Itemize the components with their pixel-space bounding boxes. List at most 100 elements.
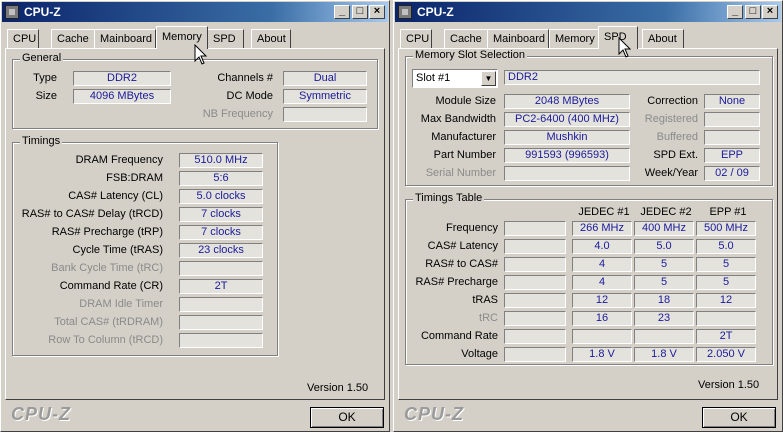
timings-cell: 5.0 — [634, 239, 694, 254]
tab-cache[interactable]: Cache — [444, 29, 490, 48]
minimize-icon[interactable]: _ — [727, 5, 743, 19]
timings-cell: 2T — [696, 329, 756, 344]
timings-row-spacer — [504, 239, 566, 254]
timings-row-spacer — [504, 293, 566, 308]
close-icon[interactable]: × — [369, 5, 385, 19]
timings-cell: 5.0 — [696, 239, 756, 254]
timings-row-spacer — [504, 347, 566, 362]
tab-cache[interactable]: Cache — [51, 29, 97, 48]
title-bar[interactable]: CPU-Z _ □ × — [2, 2, 388, 22]
minimize-icon[interactable]: _ — [334, 5, 350, 19]
spd-ext-value: EPP — [704, 148, 760, 163]
part-number-value: 991593 (996593) — [504, 148, 630, 163]
timings-cell: 400 MHz — [634, 221, 694, 236]
timings-row-label: RAS# to CAS# — [425, 258, 498, 270]
spd-tab-panel: Memory Slot Selection Slot #1 ▼ DDR2 Mod… — [398, 48, 778, 400]
max-bandwidth-label: Max Bandwidth — [420, 113, 496, 125]
dcmode-label: DC Mode — [226, 90, 273, 102]
timings-cell: 16 — [572, 311, 632, 326]
timings-cell: 18 — [634, 293, 694, 308]
cpuz-window-spd: CPU-Z _ □ × CPU Cache Mainboard Memory S… — [393, 0, 783, 432]
tab-about[interactable]: About — [251, 29, 291, 48]
memory-tab-panel: General Type DDR2 Size 4096 MBytes Chann… — [5, 48, 385, 400]
timings-row-label: tRC — [479, 312, 498, 324]
chevron-down-icon[interactable]: ▼ — [481, 71, 496, 86]
tab-mainboard[interactable]: Mainboard — [94, 29, 156, 48]
max-bandwidth-value: PC2-6400 (400 MHz) — [504, 112, 630, 127]
title-bar[interactable]: CPU-Z _ □ × — [395, 2, 781, 22]
timings-cell — [572, 329, 632, 344]
timings-cell: 12 — [696, 293, 756, 308]
memory-slot-group: Memory Slot Selection Slot #1 ▼ DDR2 Mod… — [405, 49, 773, 186]
timing-value — [179, 333, 263, 348]
timings-cell: 5 — [634, 275, 694, 290]
slot-select-value: Slot #1 — [416, 72, 451, 84]
maximize-icon[interactable]: □ — [352, 5, 368, 19]
slot-type-value: DDR2 — [504, 70, 760, 85]
timing-value: 7 clocks — [179, 225, 263, 240]
slot-select[interactable]: Slot #1 ▼ — [412, 69, 498, 88]
timings-row-label: Command Rate — [420, 330, 498, 342]
dcmode-value: Symmetric — [283, 89, 367, 104]
tab-memory[interactable]: Memory — [549, 29, 601, 48]
timings-row-label: Voltage — [461, 348, 498, 360]
cpuz-app-icon — [398, 5, 412, 19]
tab-about[interactable]: About — [642, 29, 684, 48]
module-size-value: 2048 MBytes — [504, 94, 630, 109]
timings-cell — [634, 329, 694, 344]
module-size-label: Module Size — [435, 95, 496, 107]
general-group-title: General — [20, 52, 64, 64]
general-group: General Type DDR2 Size 4096 MBytes Chann… — [12, 52, 378, 129]
buffered-label: Buffered — [656, 131, 698, 143]
version-label: Version 1.50 — [307, 382, 369, 394]
timings-cell: 2.050 V — [696, 347, 756, 362]
timings-cell: 266 MHz — [572, 221, 632, 236]
week-year-value: 02 / 09 — [704, 166, 760, 181]
serial-number-value — [504, 166, 630, 181]
timings-row-spacer — [504, 329, 566, 344]
timings-row-label: Frequency — [446, 222, 498, 234]
timings-row-spacer — [504, 275, 566, 290]
timing-value: 5:6 — [179, 171, 263, 186]
mouse-cursor-icon — [194, 44, 208, 65]
week-year-label: Week/Year — [644, 167, 698, 179]
part-number-label: Part Number — [433, 149, 496, 161]
tab-mainboard[interactable]: Mainboard — [487, 29, 549, 48]
timing-label: Row To Column (tRCD) — [48, 334, 163, 346]
ok-button[interactable]: OK — [702, 407, 776, 428]
manufacturer-value: Mushkin — [504, 130, 630, 145]
timings-cell: 5 — [696, 257, 756, 272]
mouse-cursor-icon — [618, 37, 632, 58]
channels-label: Channels # — [217, 72, 273, 84]
timing-value: 510.0 MHz — [179, 153, 263, 168]
registered-value — [704, 112, 760, 127]
cpuz-brand-logo: CPU-Z — [11, 404, 71, 424]
nbfreq-label: NB Frequency — [202, 108, 273, 120]
timings-cell: 4 — [572, 257, 632, 272]
tab-cpu[interactable]: CPU — [7, 29, 39, 48]
cpuz-window-memory: CPU-Z _ □ × CPU Cache Mainboard Memory S… — [0, 0, 390, 432]
timings-cell: 5 — [634, 257, 694, 272]
timing-label: Bank Cycle Time (tRC) — [51, 262, 163, 274]
ok-button[interactable]: OK — [310, 407, 384, 428]
maximize-icon[interactable]: □ — [745, 5, 761, 19]
timings-table-title: Timings Table — [413, 192, 485, 204]
timing-label: FSB:DRAM — [106, 172, 163, 184]
tab-spd[interactable]: SPD — [207, 29, 244, 48]
timing-label: RAS# to CAS# Delay (tRCD) — [21, 208, 163, 220]
timings-group-title: Timings — [20, 135, 63, 147]
epp1-header: EPP #1 — [709, 206, 747, 218]
timings-cell: 23 — [634, 311, 694, 326]
timing-value: 23 clocks — [179, 243, 263, 258]
tab-cpu[interactable]: CPU — [400, 29, 432, 48]
timing-label: Command Rate (CR) — [59, 280, 163, 292]
timing-label: Cycle Time (tRAS) — [72, 244, 163, 256]
timings-cell: 1.8 V — [572, 347, 632, 362]
timings-row-spacer — [504, 311, 566, 326]
close-icon[interactable]: × — [762, 5, 778, 19]
timings-cell: 4.0 — [572, 239, 632, 254]
timing-value: 7 clocks — [179, 207, 263, 222]
registered-label: Registered — [644, 113, 698, 125]
timings-cell: 500 MHz — [696, 221, 756, 236]
timings-group: Timings DRAM Frequency 510.0 MHz FSB:DRAM 5… — [12, 135, 278, 356]
